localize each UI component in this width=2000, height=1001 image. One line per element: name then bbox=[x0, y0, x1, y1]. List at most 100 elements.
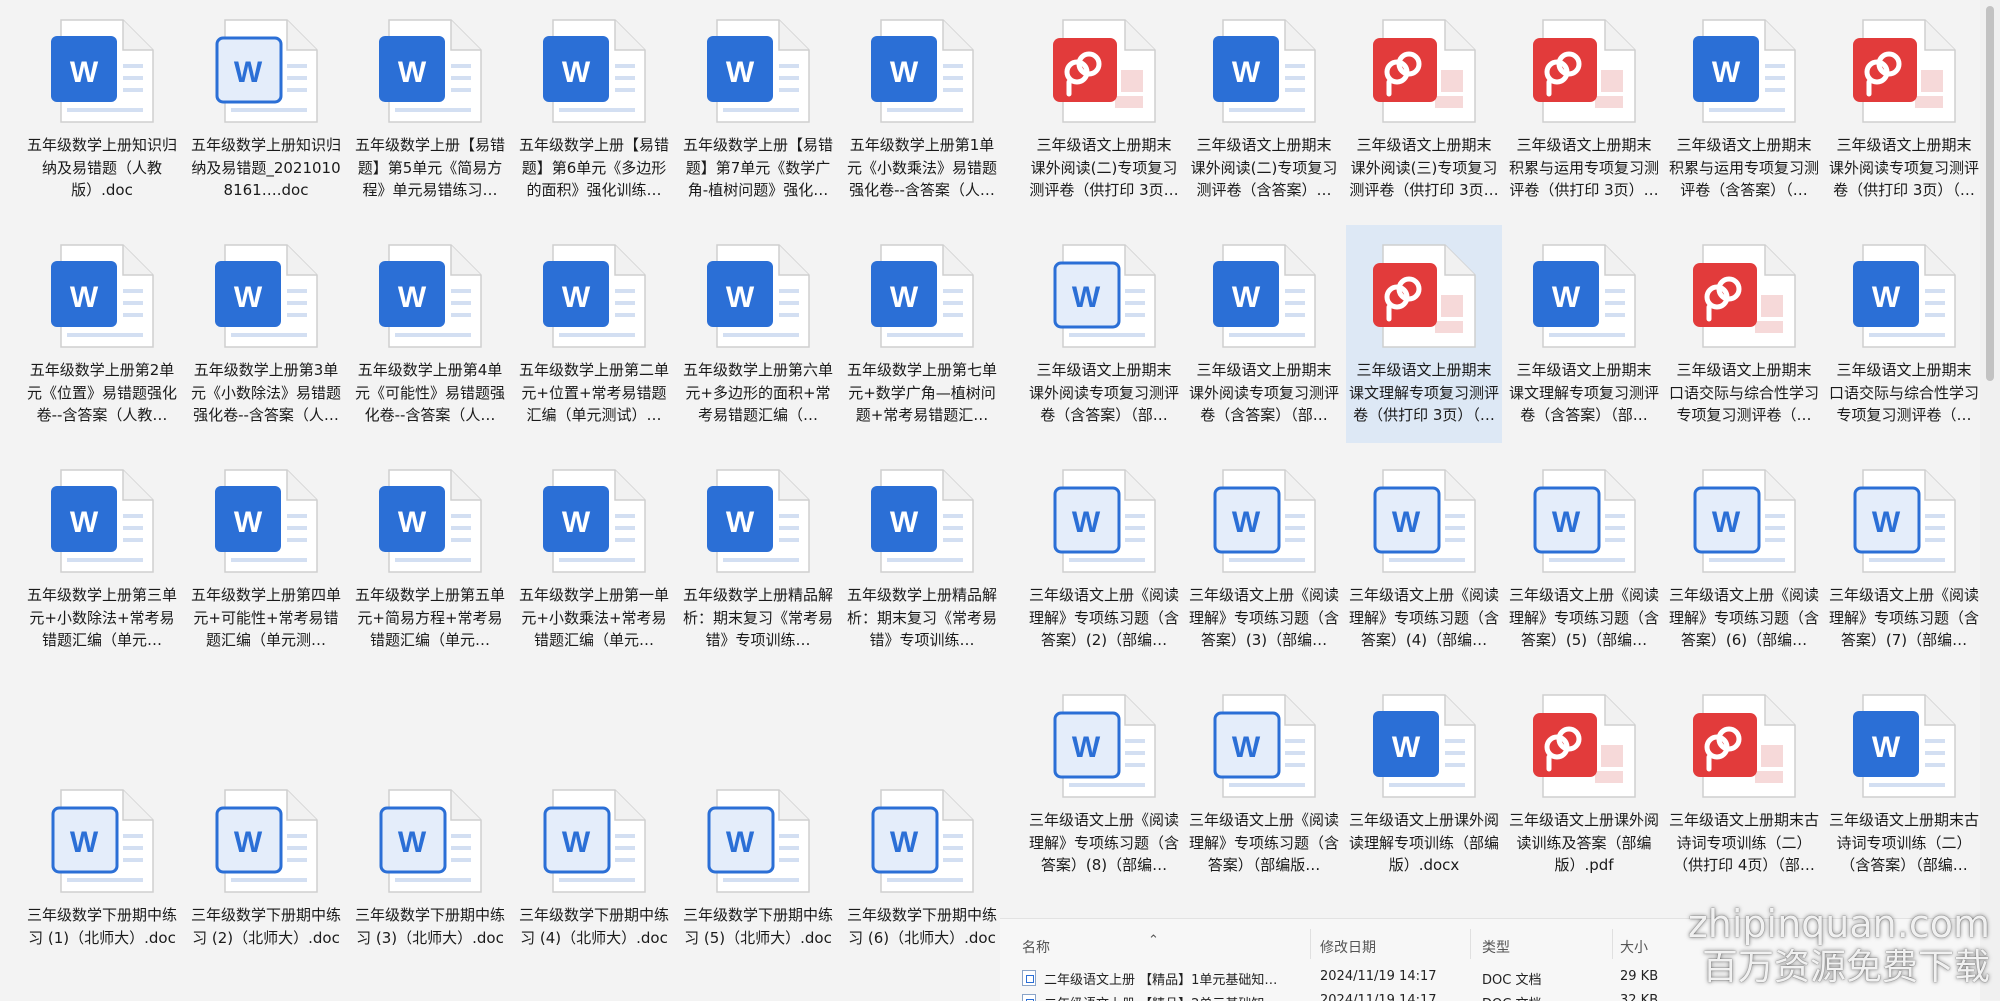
file-item[interactable]: W 三年级语文上册《阅读理解》专项练习题（含答案）(5)（部编… bbox=[1506, 450, 1662, 668]
column-divider[interactable] bbox=[1470, 929, 1471, 959]
file-item[interactable]: W 三年级语文上册《阅读理解》专项练习题（含答案）(8)（部编… bbox=[1026, 675, 1182, 893]
file-name: 三年级数学下册期中练习 (5)（北师大）.doc bbox=[683, 906, 833, 947]
file-item[interactable]: 三年级语文上册期末 课外阅读(三)专项复习测评卷（供打印 3页… bbox=[1346, 0, 1502, 218]
svg-text:W: W bbox=[562, 826, 591, 859]
word-icon-dark: W bbox=[375, 466, 485, 576]
file-item[interactable]: W 三年级语文上册期末 口语交际与综合性学习专项复习测评卷（… bbox=[1826, 225, 1982, 443]
svg-text:W: W bbox=[890, 56, 919, 89]
column-header-date[interactable]: 修改日期 bbox=[1320, 937, 1376, 957]
file-name: 五年级数学上册第3单元《小数除法》易错题强化卷--含答案（人… bbox=[191, 361, 341, 424]
column-header-name[interactable]: 名称 bbox=[1022, 937, 1050, 957]
file-item[interactable]: W 五年级数学上册第二单元+位置+常考易错题汇编（单元测试）… bbox=[516, 225, 672, 443]
file-item[interactable]: 三年级语文上册课外阅读训练及答案（部编版）.pdf bbox=[1506, 675, 1662, 893]
file-name: 三年级语文上册期末 积累与运用专项复习测评卷（含答案）（… bbox=[1669, 136, 1819, 199]
file-item[interactable]: W 三年级语文上册《阅读理解》专项练习题（含答案）(6)（部编… bbox=[1666, 450, 1822, 668]
file-item[interactable]: W 三年级语文上册期末 课外阅读(二)专项复习测评卷（含答案）… bbox=[1186, 0, 1342, 218]
file-item[interactable]: 三年级语文上册期末 积累与运用专项复习测评卷（供打印 3页）… bbox=[1506, 0, 1662, 218]
file-item[interactable]: W 五年级数学上册【易错题】第7单元《数学广角-植树问题》强化… bbox=[680, 0, 836, 218]
svg-text:W: W bbox=[70, 826, 99, 859]
word-icon-dark: W bbox=[703, 241, 813, 351]
file-item[interactable]: 三年级语文上册期末 口语交际与综合性学习专项复习测评卷（… bbox=[1666, 225, 1822, 443]
word-icon-dark: W bbox=[1849, 241, 1959, 351]
word-icon-dark: W bbox=[375, 16, 485, 126]
file-item[interactable]: W 三年级数学下册期中练习 (5)（北师大）.doc bbox=[680, 770, 836, 988]
file-item[interactable]: W 五年级数学上册第三单元+小数除法+常考易错题汇编（单元… bbox=[24, 450, 180, 668]
file-name: 三年级语文上册《阅读理解》专项练习题（含答案）(4)（部编… bbox=[1349, 586, 1499, 649]
svg-text:W: W bbox=[234, 506, 263, 539]
file-item[interactable]: 三年级语文上册期末 课外阅读(二)专项复习测评卷（供打印 3页… bbox=[1026, 0, 1182, 218]
file-item[interactable]: W 五年级数学上册第六单元+多边形的面积+常考易错题汇编（… bbox=[680, 225, 836, 443]
svg-text:W: W bbox=[234, 281, 263, 314]
file-item[interactable]: W 三年级语文上册课外阅读理解专项训练（部编版）.docx bbox=[1346, 675, 1502, 893]
column-header-type[interactable]: 类型 bbox=[1482, 937, 1510, 957]
file-name: 五年级数学上册第五单元+简易方程+常考易错题汇编（单元… bbox=[355, 586, 505, 649]
file-item[interactable]: W 五年级数学上册第3单元《小数除法》易错题强化卷--含答案（人… bbox=[188, 225, 344, 443]
file-item[interactable]: W 三年级语文上册《阅读理解》专项练习题（含答案）(3)（部编… bbox=[1186, 450, 1342, 668]
file-item[interactable]: W 五年级数学上册精品解析：期末复习《常考易错》专项训练… bbox=[844, 450, 1000, 668]
file-item[interactable]: W 五年级数学上册第五单元+简易方程+常考易错题汇编（单元… bbox=[352, 450, 508, 668]
svg-text:W: W bbox=[726, 281, 755, 314]
file-name: 五年级数学上册【易错题】第6单元《多边形的面积》强化训练… bbox=[519, 136, 669, 199]
file-name: 五年级数学上册第1单元《小数乘法》易错题强化卷--含答案（人… bbox=[847, 136, 997, 199]
scrollbar-thumb[interactable] bbox=[1986, 6, 1994, 381]
column-divider[interactable] bbox=[1310, 929, 1311, 959]
file-item[interactable]: W 五年级数学上册精品解析：期末复习《常考易错》专项训练… bbox=[680, 450, 836, 668]
word-icon-light: W bbox=[1209, 691, 1319, 801]
file-name: 五年级数学上册第七单元+数学广角—植树问题+常考易错题汇… bbox=[847, 361, 997, 424]
file-item[interactable]: W 三年级数学下册期中练习 (1)（北师大）.doc bbox=[24, 770, 180, 988]
file-item[interactable]: W 三年级语文上册《阅读理解》专项练习题（含答案）（部编版… bbox=[1186, 675, 1342, 893]
svg-text:W: W bbox=[890, 281, 919, 314]
word-icon-dark: W bbox=[1849, 691, 1959, 801]
file-item[interactable]: W 五年级数学上册第4单元《可能性》易错题强化卷--含答案（人… bbox=[352, 225, 508, 443]
file-item[interactable]: W 五年级数学上册【易错题】第6单元《多边形的面积》强化训练… bbox=[516, 0, 672, 218]
details-row[interactable]: 二年级语文上册 【精品】1单元基础知… 2024/11/19 14:17 DOC 文… bbox=[1000, 965, 1980, 989]
column-divider[interactable] bbox=[1612, 929, 1613, 959]
file-name: 五年级数学上册知识归纳及易错题（人教版）.doc bbox=[27, 136, 177, 199]
file-item[interactable]: W 三年级语文上册《阅读理解》专项练习题（含答案）(4)（部编… bbox=[1346, 450, 1502, 668]
file-item[interactable]: W 五年级数学上册第七单元+数学广角—植树问题+常考易错题汇… bbox=[844, 225, 1000, 443]
pdf-icon bbox=[1529, 16, 1639, 126]
file-item[interactable]: W 三年级语文上册期末古诗词专项训练（二）（含答案）（部编… bbox=[1826, 675, 1982, 893]
word-icon-light: W bbox=[1049, 241, 1159, 351]
file-item[interactable]: W 三年级数学下册期中练习 (4)（北师大）.doc bbox=[516, 770, 672, 988]
file-item[interactable]: W 三年级数学下册期中练习 (3)（北师大）.doc bbox=[352, 770, 508, 988]
file-item[interactable]: W 五年级数学上册【易错题】第5单元《简易方程》单元易错练习… bbox=[352, 0, 508, 218]
file-name: 三年级语文上册期末古诗词专项训练（二）（供打印 4页）（部… bbox=[1669, 811, 1819, 874]
file-item[interactable]: W 五年级数学上册知识归纳及易错题（人教版）.doc bbox=[24, 0, 180, 218]
file-name: 三年级语文上册期末 课外阅读专项复习测评卷（含答案）（部… bbox=[1189, 361, 1339, 424]
file-item[interactable]: W 五年级数学上册第2单元《位置》易错题强化卷--含答案（人教… bbox=[24, 225, 180, 443]
file-item[interactable]: W 五年级数学上册第一单元+小数乘法+常考易错题汇编（单元… bbox=[516, 450, 672, 668]
file-item[interactable]: W 三年级语文上册《阅读理解》专项练习题（含答案）(2)（部编… bbox=[1026, 450, 1182, 668]
file-item[interactable]: W 三年级语文上册期末 课文理解专项复习测评卷（含答案）（部… bbox=[1506, 225, 1662, 443]
svg-text:W: W bbox=[1712, 56, 1741, 89]
file-name: 三年级数学下册期中练习 (6)（北师大）.doc bbox=[847, 906, 997, 947]
file-name: 五年级数学上册【易错题】第7单元《数学广角-植树问题》强化… bbox=[683, 136, 833, 199]
word-icon-light: W bbox=[703, 786, 813, 896]
vertical-scrollbar[interactable] bbox=[1980, 0, 2000, 1000]
svg-text:W: W bbox=[1072, 731, 1101, 764]
column-header-size[interactable]: 大小 bbox=[1620, 937, 1648, 957]
file-item[interactable]: W 五年级数学上册第四单元+可能性+常考易错题汇编（单元测… bbox=[188, 450, 344, 668]
file-item[interactable]: W 五年级数学上册第1单元《小数乘法》易错题强化卷--含答案（人… bbox=[844, 0, 1000, 218]
file-item[interactable]: 三年级语文上册期末古诗词专项训练（二）（供打印 4页）（部… bbox=[1666, 675, 1822, 893]
word-icon-dark: W bbox=[867, 466, 977, 576]
file-item[interactable]: W 三年级语文上册期末 课外阅读专项复习测评卷（含答案）（部… bbox=[1026, 225, 1182, 443]
svg-text:W: W bbox=[70, 281, 99, 314]
pdf-icon bbox=[1849, 16, 1959, 126]
file-item[interactable]: W 三年级数学下册期中练习 (2)（北师大）.doc bbox=[188, 770, 344, 988]
file-item[interactable]: W 五年级数学上册知识归纳及易错题_20210108161….doc bbox=[188, 0, 344, 218]
file-item[interactable]: W 三年级数学下册期中练习 (6)（北师大）.doc bbox=[844, 770, 1000, 988]
file-item[interactable]: W 三年级语文上册期末 积累与运用专项复习测评卷（含答案）（… bbox=[1666, 0, 1822, 218]
file-item[interactable]: W 三年级语文上册《阅读理解》专项练习题（含答案）(7)（部编… bbox=[1826, 450, 1982, 668]
file-item[interactable]: 三年级语文上册期末 课外阅读专项复习测评卷（供打印 3页）（… bbox=[1826, 0, 1982, 218]
word-icon-light: W bbox=[1529, 466, 1639, 576]
file-item[interactable]: W 三年级语文上册期末 课外阅读专项复习测评卷（含答案）（部… bbox=[1186, 225, 1342, 443]
pdf-icon bbox=[1369, 241, 1479, 351]
word-icon-dark: W bbox=[1369, 691, 1479, 801]
chevron-up-icon[interactable]: ⌃ bbox=[1148, 933, 1159, 948]
svg-text:W: W bbox=[890, 826, 919, 859]
file-item-selected[interactable]: 三年级语文上册期末 课文理解专项复习测评卷（供打印 3页）（… bbox=[1346, 225, 1502, 443]
svg-text:W: W bbox=[1872, 731, 1901, 764]
details-row[interactable]: 二年级语文上册 【精品】2单元基础知…2024/11/19 14:17DOC 文… bbox=[1000, 989, 1980, 1001]
svg-text:W: W bbox=[1072, 281, 1101, 314]
